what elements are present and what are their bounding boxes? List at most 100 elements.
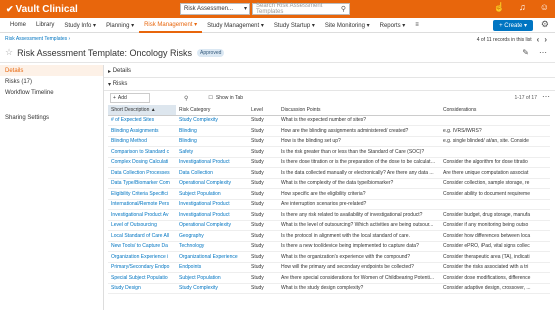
column-header[interactable]: Risk Category <box>176 105 248 116</box>
table-cell: Study <box>248 262 278 273</box>
table-cell[interactable]: Data Type/Biomarker Com <box>108 178 176 189</box>
gear-icon[interactable]: ⚙ <box>541 19 549 30</box>
table-cell[interactable]: Level of Outsourcing <box>108 220 176 231</box>
table-row[interactable]: Data Type/Biomarker Com Operational Compl… <box>108 178 550 189</box>
table-row[interactable]: Local Standard of Care All Geography Study… <box>108 230 550 242</box>
left-nav-label: Risks (17) <box>5 78 33 85</box>
table-cell: Study <box>248 220 278 231</box>
table-row[interactable]: Data Collection Processes Data Collection… <box>108 167 550 179</box>
nav-item-8[interactable]: Reports ▾ <box>375 18 411 33</box>
table-cell: Study <box>248 146 278 158</box>
left-nav-details[interactable]: Details <box>0 65 103 76</box>
bell-icon[interactable]: ♫ <box>519 2 526 13</box>
nav-item-7[interactable]: Site Monitoring ▾ <box>320 18 375 33</box>
table-row[interactable]: New Tools/ to Capture Da Technology Study I… <box>108 241 550 252</box>
table-row[interactable]: Complex Dosing Calculati Investigational … <box>108 157 550 168</box>
table-cell[interactable]: Blinding Method <box>108 136 176 147</box>
nav-item-5[interactable]: Study Management ▾ <box>202 18 269 33</box>
nav-item-1[interactable]: Library <box>31 18 59 33</box>
table-cell[interactable]: Investigational Product <box>176 199 248 210</box>
table-cell[interactable]: Study Design <box>108 283 176 294</box>
left-nav-sharing[interactable]: Sharing Settings <box>0 112 103 123</box>
column-header[interactable]: Short Description ▲ <box>108 105 176 116</box>
details-section-header[interactable]: ▸ Details <box>104 65 555 78</box>
left-nav-risks[interactable]: Risks (17) <box>0 76 103 87</box>
nav-item-9[interactable]: ≡ <box>410 18 424 33</box>
table-cell[interactable]: Blinding Assignments <box>108 125 176 137</box>
table-row[interactable]: # of Expected Sites Study Complexity Study… <box>108 115 550 126</box>
table-cell[interactable]: Data Collection Processes <box>108 167 176 179</box>
table-cell[interactable]: Subject Population <box>176 188 248 200</box>
add-button[interactable]: + Add <box>110 93 150 103</box>
table-cell[interactable]: Study Complexity <box>176 283 248 294</box>
table-cell[interactable]: Special Subject Populatio <box>108 272 176 284</box>
nav-item-3[interactable]: Planning ▾ <box>101 18 139 33</box>
nav-item-4[interactable]: Risk Management ▾ <box>139 18 203 33</box>
table-cell[interactable]: Blinding <box>176 136 248 147</box>
object-selector[interactable]: Risk Assessmen... ▾ <box>180 3 250 15</box>
table-cell[interactable]: Technology <box>176 241 248 252</box>
nav-item-0[interactable]: Home <box>5 18 31 33</box>
left-nav-workflow[interactable]: Workflow Timeline <box>0 87 103 98</box>
create-button[interactable]: + Create ▾ <box>493 20 533 31</box>
table-cell[interactable]: Comparison to Standard c <box>108 146 176 158</box>
nav-item-2[interactable]: Study Info ▾ <box>59 18 101 33</box>
edit-icon[interactable]: ✎ <box>522 48 529 57</box>
table-cell: Consider budget, drug storage, manufa <box>440 209 550 221</box>
table-cell[interactable]: New Tools/ to Capture Da <box>108 241 176 252</box>
table-row[interactable]: International/Remote Pers Investigational… <box>108 199 550 210</box>
table-cell[interactable]: Investigational Product Av <box>108 209 176 221</box>
search-input[interactable]: Search Risk Assessment Templates ⚲ <box>252 3 350 15</box>
table-row[interactable]: Blinding Assignments Blinding Study How are… <box>108 125 550 137</box>
star-icon[interactable]: ☆ <box>5 47 13 58</box>
table-row[interactable]: Eligibility Criteria Specifici Subject Po… <box>108 188 550 200</box>
table-cell[interactable]: Investigational Product <box>176 157 248 168</box>
table-cell[interactable]: Complex Dosing Calculati <box>108 157 176 168</box>
table-cell[interactable]: Safety <box>176 146 248 158</box>
table-cell[interactable]: # of Expected Sites <box>108 115 176 126</box>
table-cell[interactable]: Investigational Product <box>176 209 248 221</box>
table-row[interactable]: Primary/Secondary Endpo Endpoints Study How… <box>108 262 550 273</box>
table-cell[interactable]: Study Complexity <box>176 115 248 126</box>
table-cell[interactable]: Eligibility Criteria Specifici <box>108 188 176 200</box>
table-row[interactable]: Level of Outsourcing Operational Complexi… <box>108 220 550 231</box>
breadcrumb[interactable]: Risk Assessment Templates › <box>5 36 70 42</box>
table-row[interactable]: Study Design Study Complexity Study What is… <box>108 283 550 294</box>
table-row[interactable]: Blinding Method Blinding Study How is the b… <box>108 136 550 147</box>
checkbox[interactable]: ☐ <box>208 95 212 101</box>
table-cell[interactable]: Geography <box>176 230 248 242</box>
table-cell[interactable]: Organizational Experience <box>176 251 248 263</box>
table-cell: What is the complexity of the data type/… <box>278 178 440 189</box>
table-row[interactable]: Special Subject Populatio Subject Populat… <box>108 272 550 284</box>
table-cell[interactable]: Subject Population <box>176 272 248 284</box>
user-icon[interactable]: ☺ <box>540 2 549 13</box>
risks-section-header[interactable]: ▾ Risks <box>104 78 555 91</box>
hand-icon[interactable]: ☝ <box>494 2 505 13</box>
column-header[interactable]: Discussion Points <box>278 105 440 116</box>
column-header[interactable]: Level <box>248 105 278 116</box>
table-row[interactable]: Investigational Product Av Investigationa… <box>108 209 550 221</box>
checkmark-icon: ✔ <box>6 3 14 14</box>
table-cell[interactable]: Primary/Secondary Endpo <box>108 262 176 273</box>
search-icon[interactable]: ⚲ <box>341 5 346 13</box>
column-header[interactable]: Considerations <box>440 105 550 116</box>
table-cell[interactable]: Endpoints <box>176 262 248 273</box>
show-in-tab[interactable]: ☐ Show in Tab <box>208 95 243 101</box>
vault-logo[interactable]: ✔ Vault Clinical <box>6 4 78 15</box>
more-icon[interactable]: ⋯ <box>542 92 550 101</box>
table-cell[interactable]: Local Standard of Care All <box>108 230 176 242</box>
table-cell[interactable]: Data Collection <box>176 167 248 179</box>
table-cell[interactable]: Blinding <box>176 125 248 137</box>
table-cell[interactable]: Operational Complexity <box>176 220 248 231</box>
table-row[interactable]: Comparison to Standard c Safety Study Is th… <box>108 146 550 158</box>
table-cell: Are there unique computation associat <box>440 167 550 179</box>
table-cell[interactable]: Organization Experience i <box>108 251 176 263</box>
table-cell[interactable]: Operational Complexity <box>176 178 248 189</box>
table-cell[interactable]: International/Remote Pers <box>108 199 176 210</box>
table-cell: How are the blinding assignments adminis… <box>278 125 440 137</box>
table-row[interactable]: Organization Experience i Organizational … <box>108 251 550 263</box>
search-icon[interactable]: ⚲ <box>184 95 188 102</box>
more-icon[interactable]: ⋯ <box>539 48 547 57</box>
table-cell: Is there a new tool/device being impleme… <box>278 241 440 252</box>
nav-item-6[interactable]: Study Startup ▾ <box>269 18 320 33</box>
